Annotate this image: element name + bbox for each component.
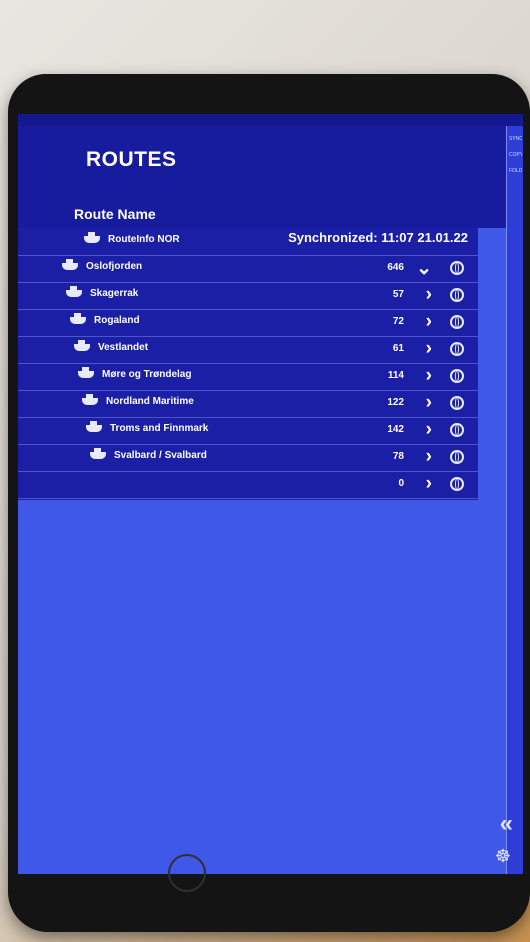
column-header: Route Name	[18, 204, 506, 228]
route-name: Troms and Finnmark	[110, 423, 209, 434]
page-title: ROUTES	[86, 148, 177, 171]
chevron-down-icon[interactable]: ⌄	[416, 257, 432, 280]
globe-icon[interactable]	[450, 369, 464, 383]
globe-icon[interactable]	[450, 315, 464, 329]
globe-icon[interactable]	[450, 396, 464, 410]
ship-icon	[78, 367, 94, 378]
ship-icon	[74, 340, 90, 351]
route-row[interactable]: Skagerrak 57 ›	[18, 282, 478, 310]
ship-icon	[66, 286, 82, 297]
globe-icon[interactable]	[450, 423, 464, 437]
route-row[interactable]: 0 ›	[18, 471, 478, 499]
ship-icon	[84, 232, 100, 243]
ship-icon	[70, 313, 86, 324]
ship-icon	[90, 448, 106, 459]
sync-status: Synchronized: 11:07 21.01.22	[288, 230, 468, 245]
route-name: Nordland Maritime	[106, 396, 194, 407]
route-row[interactable]: Rogaland 72 ›	[18, 309, 478, 337]
chevron-right-icon[interactable]: ›	[426, 419, 432, 441]
route-name: Vestlandet	[98, 342, 149, 353]
chevron-right-icon[interactable]: ›	[426, 365, 432, 387]
route-count: 78	[392, 451, 404, 462]
route-name: Svalbard / Svalbard	[114, 450, 207, 461]
globe-icon[interactable]	[450, 342, 464, 356]
status-bar	[18, 114, 523, 126]
right-side-panel: SYNC COPY T FOLDE	[506, 126, 523, 874]
route-count: 646	[387, 262, 404, 273]
route-row[interactable]: Svalbard / Svalbard 78 ›	[18, 444, 478, 472]
app-header: ROUTES	[18, 126, 506, 204]
route-count: 72	[392, 316, 404, 327]
route-count: 122	[387, 397, 404, 408]
panel-item-sync[interactable]: SYNC	[509, 136, 522, 142]
route-row[interactable]: Oslofjorden 646 ⌄	[18, 255, 478, 283]
route-row[interactable]: Nordland Maritime 122 ›	[18, 390, 478, 418]
panel-item-copy[interactable]: COPY T	[509, 152, 522, 158]
chevron-right-icon[interactable]: ›	[426, 446, 432, 468]
route-list: RouteInfo NOR Synchronized: 11:07 21.01.2…	[18, 228, 478, 500]
chevron-right-icon[interactable]: ›	[426, 284, 432, 306]
globe-icon[interactable]	[450, 477, 464, 491]
route-name: Rogaland	[94, 315, 140, 326]
route-row[interactable]: Vestlandet 61 ›	[18, 336, 478, 364]
chevron-right-icon[interactable]: ›	[426, 473, 432, 495]
bottom-right-toolbar: « ☸	[485, 802, 523, 874]
route-name: RouteInfo NOR	[108, 234, 180, 245]
route-name: Oslofjorden	[86, 261, 143, 272]
route-name: Skagerrak	[90, 288, 139, 299]
route-count: 0	[398, 478, 404, 489]
tablet-device: ROUTES Route Name RouteInfo NOR Synchroni…	[8, 74, 530, 932]
ship-icon	[62, 259, 78, 270]
double-chevron-left-icon[interactable]: «	[500, 810, 513, 838]
route-count: 57	[392, 289, 404, 300]
route-row[interactable]: Møre og Trøndelag 114 ›	[18, 363, 478, 391]
globe-icon[interactable]	[450, 450, 464, 464]
route-name: Møre og Trøndelag	[102, 369, 192, 380]
chevron-right-icon[interactable]: ›	[426, 338, 432, 360]
ship-wheel-icon[interactable]: ☸	[495, 846, 511, 867]
globe-icon[interactable]	[450, 261, 464, 275]
route-count: 61	[392, 343, 404, 354]
home-button[interactable]	[168, 854, 206, 892]
route-count: 142	[387, 424, 404, 435]
ship-icon	[82, 394, 98, 405]
route-row[interactable]: RouteInfo NOR Synchronized: 11:07 21.01.2…	[18, 228, 478, 256]
chevron-right-icon[interactable]: ›	[426, 311, 432, 333]
panel-item-folder[interactable]: FOLDE	[509, 168, 522, 174]
column-label-route-name: Route Name	[74, 206, 156, 222]
globe-icon[interactable]	[450, 288, 464, 302]
ship-icon	[86, 421, 102, 432]
route-row[interactable]: Troms and Finnmark 142 ›	[18, 417, 478, 445]
chevron-right-icon[interactable]: ›	[426, 392, 432, 414]
route-count: 114	[387, 370, 404, 381]
app-screen: ROUTES Route Name RouteInfo NOR Synchroni…	[18, 114, 523, 874]
